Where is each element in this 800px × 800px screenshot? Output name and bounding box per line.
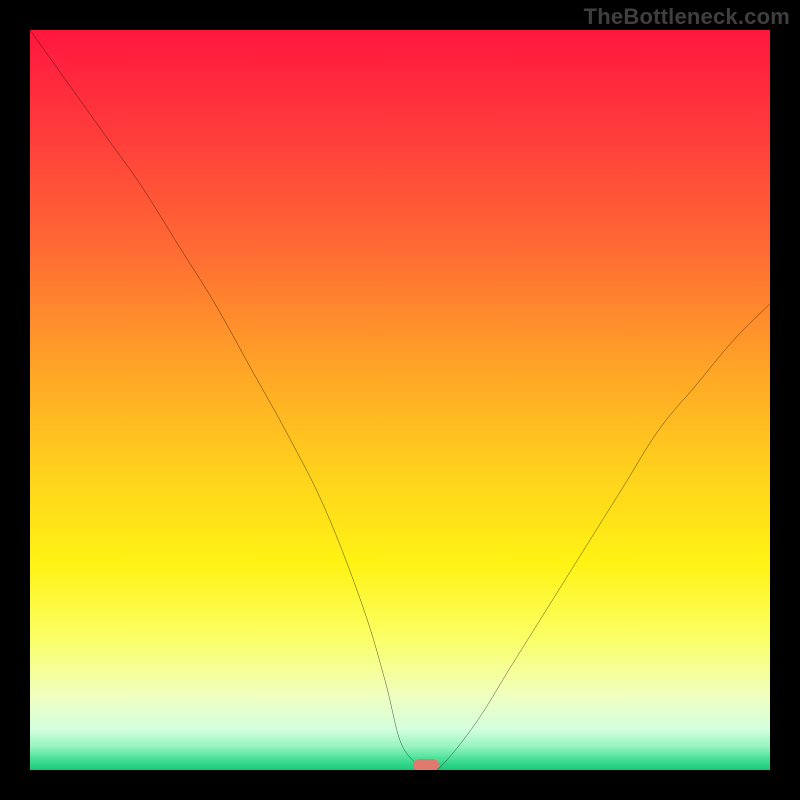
optimal-marker xyxy=(413,759,439,770)
watermark-text: TheBottleneck.com xyxy=(584,4,790,30)
background-gradient xyxy=(30,30,770,770)
chart-frame: TheBottleneck.com xyxy=(0,0,800,800)
plot-area xyxy=(30,30,770,770)
